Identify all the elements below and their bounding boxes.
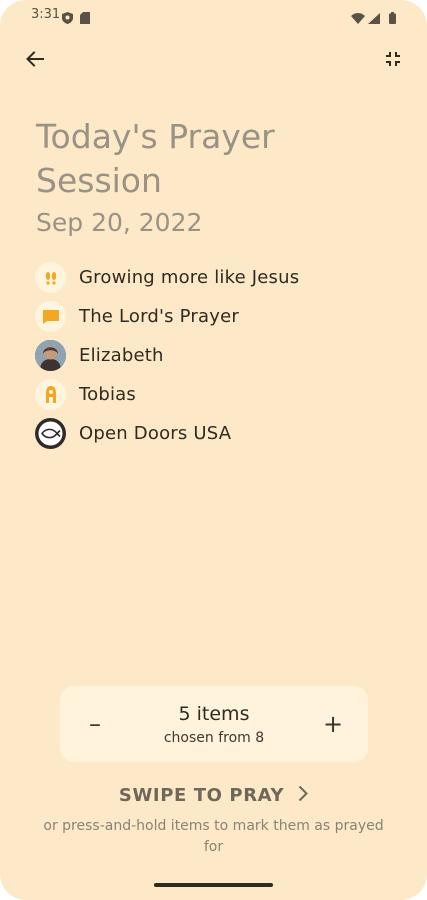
status-time: 3:31 [31, 7, 61, 22]
list-item-label: The Lord's Prayer [79, 306, 239, 327]
fullscreen-exit-icon [385, 51, 401, 71]
battery-icon [389, 9, 396, 28]
session-date: Sep 20, 2022 [36, 208, 203, 237]
list-item-label: Open Doors USA [79, 423, 232, 444]
message-icon [35, 301, 66, 332]
chevron-right-icon [298, 785, 309, 806]
list-item[interactable]: Elizabeth [35, 336, 405, 375]
list-item-label: Elizabeth [79, 345, 164, 366]
list-item[interactable]: The Lord's Prayer [35, 297, 405, 336]
list-item-label: Growing more like Jesus [79, 267, 300, 288]
back-button[interactable] [17, 43, 53, 79]
avatar-photo [35, 340, 66, 371]
swipe-to-pray-button[interactable]: SWIPE TO PRAY [0, 781, 427, 809]
collapse-button[interactable] [375, 43, 411, 79]
increase-button[interactable]: + [315, 706, 351, 742]
item-count-stepper: – 5 items chosen from 8 + [60, 686, 368, 762]
list-item[interactable]: Growing more like Jesus [35, 258, 405, 297]
ichthys-logo [35, 418, 66, 449]
page-title: Today's Prayer Session [36, 117, 275, 200]
footprints-icon [35, 262, 66, 293]
list-item-label: Tobias [79, 384, 136, 405]
sd-card-icon [80, 9, 90, 28]
status-bar: 3:31 [0, 0, 427, 30]
person-icon [35, 379, 66, 410]
wifi-icon [351, 9, 365, 28]
swipe-label: SWIPE TO PRAY [118, 784, 285, 806]
swipe-hint: or press-and-hold items to mark them as … [43, 818, 384, 855]
shield-icon [62, 9, 73, 28]
list-item[interactable]: Tobias [35, 375, 405, 414]
prayer-item-list: Growing more like Jesus The Lord's Praye… [35, 258, 405, 453]
gesture-nav-handle[interactable] [154, 883, 273, 887]
arrow-left-icon [26, 51, 44, 71]
list-item[interactable]: Open Doors USA [35, 414, 405, 453]
prayer-session-screen: 3:31 Today's Prayer Session Sep 20, 2022… [0, 0, 427, 900]
signal-icon [368, 9, 380, 28]
